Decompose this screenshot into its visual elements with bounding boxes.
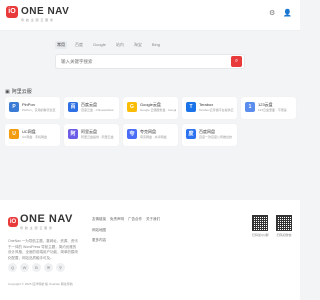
link-card[interactable]: 度百度网盘 百度一款百度公司推出的: [182, 124, 237, 146]
link-cards: P PinPon PinPon，实用的聊天社区百百度云盘 百度云盘 · Chinese…: [5, 97, 296, 167]
server-icon: ▣: [5, 88, 10, 95]
search-icon: ⌕: [234, 58, 239, 64]
mail-icon[interactable]: ✉: [44, 263, 53, 272]
footer-link[interactable]: 更多内容: [92, 238, 106, 243]
card-description: Google 云储服务盘 · Google: [140, 108, 176, 112]
qq-icon[interactable]: Q: [8, 263, 17, 272]
search-box: ⌕: [55, 54, 245, 69]
logo-subtitle: 导 航 主 题 云 服 务: [21, 18, 54, 22]
search-tab[interactable]: 百度: [73, 41, 85, 49]
search-tab[interactable]: Bing: [150, 41, 162, 49]
site-logo[interactable]: iO ONE NAV 导 航 主 题 云 服 务: [6, 6, 69, 22]
site-icon: P: [9, 102, 19, 112]
site-icon: U: [9, 129, 19, 139]
search-button[interactable]: ⌕: [231, 56, 242, 67]
settings-icon[interactable]: ⚙: [269, 9, 275, 19]
link-card[interactable]: P PinPon PinPon，实用的聊天社区: [5, 97, 60, 119]
footer-links: 友情链接 免责声明 广告合作 关于我们: [92, 217, 160, 222]
footer-link[interactable]: 网站地图: [92, 228, 106, 233]
qr-code-image: [276, 215, 292, 231]
link-card[interactable]: T Terabox Terabox云存储平台提供云: [182, 97, 237, 119]
footer-description: OneNav 一为导航主题，集网址、资源、资讯于一体的 WordPress 导航…: [8, 239, 78, 260]
card-title: Terabox: [199, 102, 214, 107]
link-card[interactable]: 1 123云盘 123云盘里面 · 不限速: [241, 97, 296, 119]
card-description: 百度一款百度公司推出的: [199, 135, 233, 139]
qr-code: 扫码加微信: [276, 215, 292, 237]
qr-code-image: [252, 215, 268, 231]
logo-text: ONE NAV: [21, 6, 70, 17]
wechat-icon[interactable]: W: [20, 263, 29, 272]
card-description: 阿里云盘提供 · 阿里云盘: [81, 135, 114, 139]
card-description: Terabox云存储平台提供云: [199, 108, 234, 112]
link-card[interactable]: 阿阿里云盘 阿里云盘提供 · 阿里云盘: [64, 124, 119, 146]
search-tab[interactable]: 站内: [114, 41, 126, 49]
footer-logo-subtitle: 导 航 主 题 云 服 务: [20, 226, 53, 230]
site-icon: 夸: [127, 129, 137, 139]
footer-link[interactable]: 广告合作: [128, 217, 142, 222]
site-icon: T: [186, 102, 196, 112]
qr-codes: 扫码加QQ群 扫码加微信: [252, 215, 292, 237]
link-card[interactable]: 百百度云盘 百度云盘 · ChineseGlow: [64, 97, 119, 119]
card-description: 百度云盘 · ChineseGlow: [81, 108, 114, 112]
footer-link[interactable]: 友情链接: [92, 217, 106, 222]
link-card[interactable]: U UC网盘 UC网盘 · 手机网盘: [5, 124, 60, 146]
search-tab[interactable]: 淘宝: [132, 41, 144, 49]
logo-mark: iO: [6, 6, 18, 18]
card-description: 夸克网盘 · 共享网盘: [140, 135, 167, 139]
footer-logo-text: ONE NAV: [20, 213, 73, 225]
top-bar: iO ONE NAV 导 航 主 题 云 服 务 ⚙ 👤: [0, 0, 300, 31]
search-area: 常用 百度 Google 站内 淘宝 Bing ⌕: [55, 41, 245, 69]
qr-caption: 扫码加QQ群: [252, 233, 269, 237]
social-links: Q W B ✉ ⚲: [8, 263, 65, 272]
footer-link[interactable]: 关于我们: [146, 217, 160, 222]
link-card[interactable]: 夸夸克网盘 夸克网盘 · 共享网盘: [123, 124, 178, 146]
link-icon[interactable]: ⚲: [56, 263, 65, 272]
weibo-icon[interactable]: B: [32, 263, 41, 272]
search-input[interactable]: [56, 58, 223, 65]
footer-logo: iO ONE NAV 导 航 主 题 云 服 务: [8, 214, 73, 230]
card-title: PinPon: [22, 102, 35, 107]
site-icon: 百: [68, 102, 78, 112]
search-tab[interactable]: Google: [91, 41, 108, 49]
link-card[interactable]: G Google云盘 Google 云储服务盘 · Google: [123, 97, 178, 119]
site-icon: 1: [245, 102, 255, 112]
site-icon: 度: [186, 129, 196, 139]
search-tabs: 常用 百度 Google 站内 淘宝 Bing: [55, 41, 245, 49]
copyright: Copyright © 2025 远洋导航 版 OneNav 网址导航: [8, 282, 73, 286]
footer-logo-mark: iO: [8, 217, 18, 227]
search-tab[interactable]: 常用: [55, 41, 67, 49]
card-description: PinPon，实用的聊天社区: [22, 108, 56, 112]
footer-links-secondary: 网站地图 更多内容: [92, 228, 106, 243]
section-title: ▣ 阿里云服: [5, 88, 32, 96]
section-title-label: 阿里云服: [11, 89, 32, 95]
footer-link[interactable]: 免责声明: [110, 217, 124, 222]
card-description: UC网盘 · 手机网盘: [22, 135, 47, 139]
qr-code: 扫码加QQ群: [252, 215, 269, 237]
footer: iO ONE NAV 导 航 主 题 云 服 务 OneNav 一为导航主题，集…: [0, 200, 300, 300]
card-description: 123云盘里面 · 不限速: [258, 108, 287, 112]
user-icon[interactable]: 👤: [283, 9, 292, 19]
site-icon: G: [127, 102, 137, 112]
qr-caption: 扫码加微信: [276, 233, 292, 237]
site-icon: 阿: [68, 129, 78, 139]
